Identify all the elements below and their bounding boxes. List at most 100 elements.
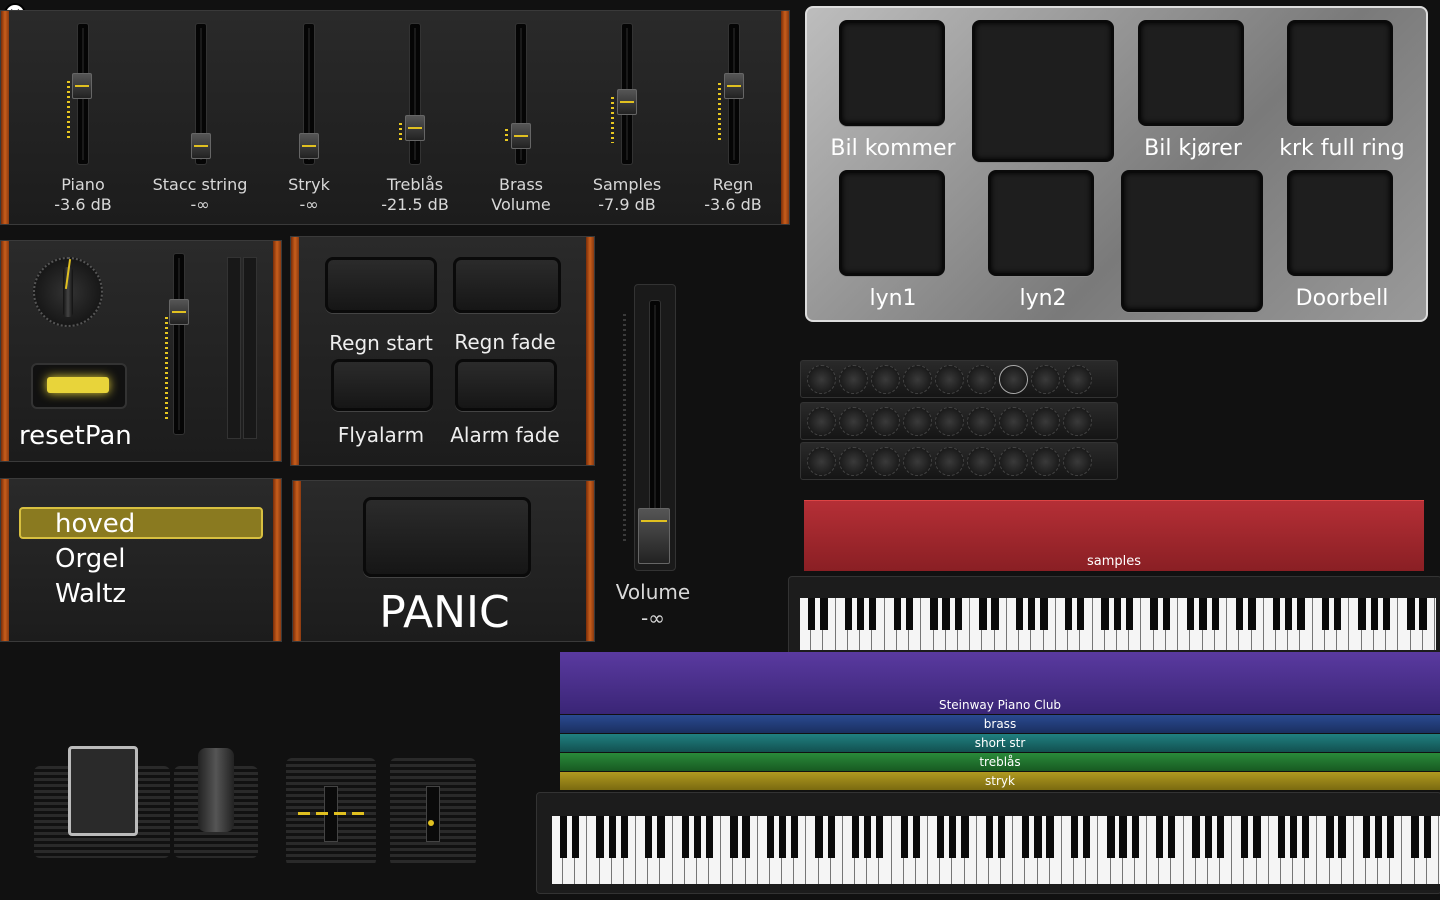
- black-key[interactable]: [1358, 598, 1366, 631]
- black-key[interactable]: [1382, 598, 1391, 631]
- black-key[interactable]: [791, 816, 799, 859]
- black-key[interactable]: [1162, 598, 1170, 631]
- black-key[interactable]: [961, 816, 969, 859]
- black-key[interactable]: [997, 816, 1006, 859]
- black-key[interactable]: [900, 816, 908, 859]
- black-key[interactable]: [869, 598, 877, 631]
- black-key[interactable]: [1101, 598, 1109, 631]
- black-key[interactable]: [949, 816, 957, 859]
- black-key[interactable]: [1199, 598, 1207, 631]
- black-key[interactable]: [1289, 816, 1298, 859]
- samples-track[interactable]: samples: [804, 500, 1424, 571]
- black-key[interactable]: [645, 816, 653, 859]
- knob-row-1[interactable]: [800, 360, 1118, 398]
- knob-row-3[interactable]: [800, 442, 1118, 480]
- black-key[interactable]: [851, 816, 860, 859]
- black-key[interactable]: [608, 816, 616, 859]
- pitch-bend-wheel[interactable]: [286, 758, 376, 866]
- black-key[interactable]: [1333, 598, 1342, 631]
- knob-row-2[interactable]: [800, 402, 1118, 440]
- short-str-track[interactable]: short str: [560, 734, 1440, 752]
- black-key[interactable]: [1253, 816, 1261, 859]
- black-key[interactable]: [856, 598, 865, 631]
- patch-item[interactable]: Waltz: [55, 579, 126, 609]
- mod-wheel[interactable]: [390, 758, 476, 866]
- master-volume[interactable]: Volume -∞: [600, 280, 710, 640]
- pad-lyn1[interactable]: [839, 170, 945, 276]
- black-key[interactable]: [1419, 598, 1427, 631]
- patch-item[interactable]: hoved: [55, 509, 135, 539]
- black-key[interactable]: [930, 598, 938, 631]
- black-key[interactable]: [1015, 598, 1024, 631]
- regn-fade-button[interactable]: [453, 257, 561, 313]
- black-key[interactable]: [559, 816, 568, 859]
- black-key[interactable]: [1168, 816, 1176, 859]
- black-key[interactable]: [912, 816, 920, 859]
- stryk-track[interactable]: stryk: [560, 772, 1440, 790]
- black-key[interactable]: [681, 816, 689, 859]
- pad-large-2[interactable]: [1121, 170, 1263, 312]
- black-key[interactable]: [1248, 598, 1256, 631]
- black-key[interactable]: [937, 816, 945, 859]
- brass-track[interactable]: brass: [560, 715, 1440, 733]
- black-key[interactable]: [954, 598, 963, 631]
- reset-led-button[interactable]: [31, 363, 127, 409]
- black-key[interactable]: [991, 598, 999, 631]
- black-key[interactable]: [876, 816, 884, 859]
- black-key[interactable]: [1297, 598, 1305, 631]
- black-key[interactable]: [1070, 816, 1079, 859]
- black-key[interactable]: [844, 598, 852, 631]
- black-key[interactable]: [1301, 816, 1310, 859]
- black-key[interactable]: [1022, 816, 1030, 859]
- expression-pedal[interactable]: [34, 746, 170, 858]
- black-key[interactable]: [1411, 816, 1419, 859]
- black-key[interactable]: [827, 816, 835, 859]
- black-key[interactable]: [1387, 816, 1395, 859]
- black-key[interactable]: [1272, 598, 1281, 631]
- black-key[interactable]: [730, 816, 738, 859]
- black-key[interactable]: [1077, 598, 1085, 631]
- black-key[interactable]: [1338, 816, 1346, 859]
- black-key[interactable]: [1028, 598, 1036, 631]
- black-key[interactable]: [1374, 816, 1383, 859]
- black-key[interactable]: [572, 816, 580, 859]
- pad-bil-kjorer[interactable]: [1138, 20, 1244, 126]
- black-key[interactable]: [1113, 598, 1122, 631]
- pad-krk-full-ring[interactable]: [1287, 20, 1393, 126]
- black-key[interactable]: [905, 598, 914, 631]
- black-key[interactable]: [1211, 598, 1219, 631]
- black-key[interactable]: [1125, 598, 1134, 631]
- black-key[interactable]: [1284, 598, 1293, 631]
- black-key[interactable]: [1407, 598, 1415, 631]
- black-key[interactable]: [1082, 816, 1091, 859]
- black-key[interactable]: [1277, 816, 1285, 859]
- black-key[interactable]: [693, 816, 701, 859]
- black-key[interactable]: [1204, 816, 1212, 859]
- black-key[interactable]: [807, 598, 816, 631]
- black-key[interactable]: [766, 816, 774, 859]
- black-key[interactable]: [864, 816, 872, 859]
- black-key[interactable]: [942, 598, 950, 631]
- lower-keyboard[interactable]: [552, 816, 1440, 884]
- black-key[interactable]: [820, 598, 828, 631]
- black-key[interactable]: [1362, 816, 1371, 859]
- black-key[interactable]: [1241, 816, 1249, 859]
- black-key[interactable]: [742, 816, 750, 859]
- black-key[interactable]: [1155, 816, 1164, 859]
- black-key[interactable]: [893, 598, 901, 631]
- black-key[interactable]: [620, 816, 629, 859]
- black-key[interactable]: [1064, 598, 1073, 631]
- black-key[interactable]: [596, 816, 604, 859]
- pad-large-1[interactable]: [972, 20, 1114, 162]
- regn-start-button[interactable]: [325, 257, 437, 313]
- pad-bil-kommer[interactable]: [839, 20, 945, 126]
- pan-fader[interactable]: [173, 253, 185, 435]
- upper-keyboard[interactable]: [800, 598, 1436, 650]
- black-key[interactable]: [778, 816, 787, 859]
- black-key[interactable]: [1192, 816, 1200, 859]
- black-key[interactable]: [979, 598, 987, 631]
- black-key[interactable]: [1326, 816, 1334, 859]
- pad-lyn2[interactable]: [988, 170, 1094, 276]
- black-key[interactable]: [705, 816, 714, 859]
- black-key[interactable]: [1423, 816, 1431, 859]
